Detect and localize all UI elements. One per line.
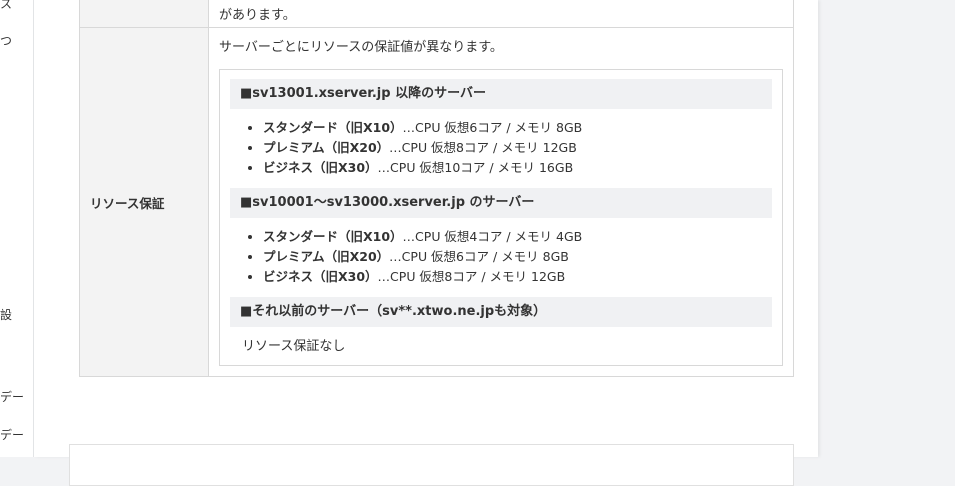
plan-list: スタンダード（旧X10）…CPU 仮想6コア / メモリ 8GB プレミアム（旧…	[230, 118, 772, 178]
plan-spec: …CPU 仮想8コア / メモリ 12GB	[389, 140, 577, 155]
plan-spec: …CPU 仮想4コア / メモリ 4GB	[402, 229, 583, 244]
plan-spec: …CPU 仮想8コア / メモリ 12GB	[377, 269, 566, 284]
plan-name: ビジネス（旧X30）	[263, 160, 378, 175]
spec-table: があります。 リソース保証 サーバーごとにリソースの保証値が異なります。 ■sv…	[79, 0, 794, 377]
resource-box: ■sv13001.xserver.jp 以降のサーバー スタンダード（旧X10）…	[219, 69, 783, 366]
plan-spec: …CPU 仮想6コア / メモリ 8GB	[402, 120, 583, 135]
table-row: があります。	[79, 0, 794, 28]
plan-spec: …CPU 仮想10コア / メモリ 16GB	[377, 160, 574, 175]
row-header-empty	[79, 0, 209, 28]
list-item: ビジネス（旧X30）…CPU 仮想8コア / メモリ 12GB	[263, 267, 772, 287]
no-guarantee-note: リソース保証なし	[242, 339, 346, 354]
left-navigation-strip: ス つ 設 デー デー	[0, 0, 34, 457]
plan-name: スタンダード（旧X10）	[263, 120, 403, 135]
list-item: スタンダード（旧X10）…CPU 仮想6コア / メモリ 8GB	[263, 118, 772, 138]
row-value-resource: サーバーごとにリソースの保証値が異なります。 ■sv13001.xserver.…	[208, 27, 794, 377]
row-header-resource: リソース保証	[79, 27, 209, 377]
group-heading: ■sv13001.xserver.jp 以降のサーバー	[230, 79, 772, 109]
group-heading: ■sv10001～sv13000.xserver.jp のサーバー	[230, 188, 772, 218]
list-item: プレミアム（旧X20）…CPU 仮想8コア / メモリ 12GB	[263, 138, 772, 158]
row-value: があります。	[208, 0, 794, 28]
plan-name: ビジネス（旧X30）	[263, 269, 378, 284]
main-content: があります。 リソース保証 サーバーごとにリソースの保証値が異なります。 ■sv…	[34, 0, 818, 486]
list-item: プレミアム（旧X20）…CPU 仮想6コア / メモリ 8GB	[263, 247, 772, 267]
nav-fragment[interactable]: デー	[0, 388, 24, 405]
plan-spec: …CPU 仮想6コア / メモリ 8GB	[389, 249, 569, 264]
plan-name: プレミアム（旧X20）	[263, 249, 390, 264]
next-section-box	[69, 444, 794, 486]
table-row-resource: リソース保証 サーバーごとにリソースの保証値が異なります。 ■sv13001.x…	[79, 27, 794, 377]
resource-intro: サーバーごとにリソースの保証値が異なります。	[219, 40, 503, 55]
list-item: ビジネス（旧X30）…CPU 仮想10コア / メモリ 16GB	[263, 158, 772, 178]
plan-name: プレミアム（旧X20）	[263, 140, 390, 155]
nav-fragment[interactable]: ス	[0, 0, 12, 12]
list-item: スタンダード（旧X10）…CPU 仮想4コア / メモリ 4GB	[263, 227, 772, 247]
nav-fragment[interactable]: デー	[0, 426, 24, 443]
nav-fragment[interactable]: 設	[0, 306, 12, 323]
plan-list: スタンダード（旧X10）…CPU 仮想4コア / メモリ 4GB プレミアム（旧…	[230, 227, 772, 287]
group-heading: ■それ以前のサーバー（sv**.xtwo.ne.jpも対象）	[230, 297, 772, 327]
nav-fragment[interactable]: つ	[0, 32, 12, 49]
plan-name: スタンダード（旧X10）	[263, 229, 403, 244]
